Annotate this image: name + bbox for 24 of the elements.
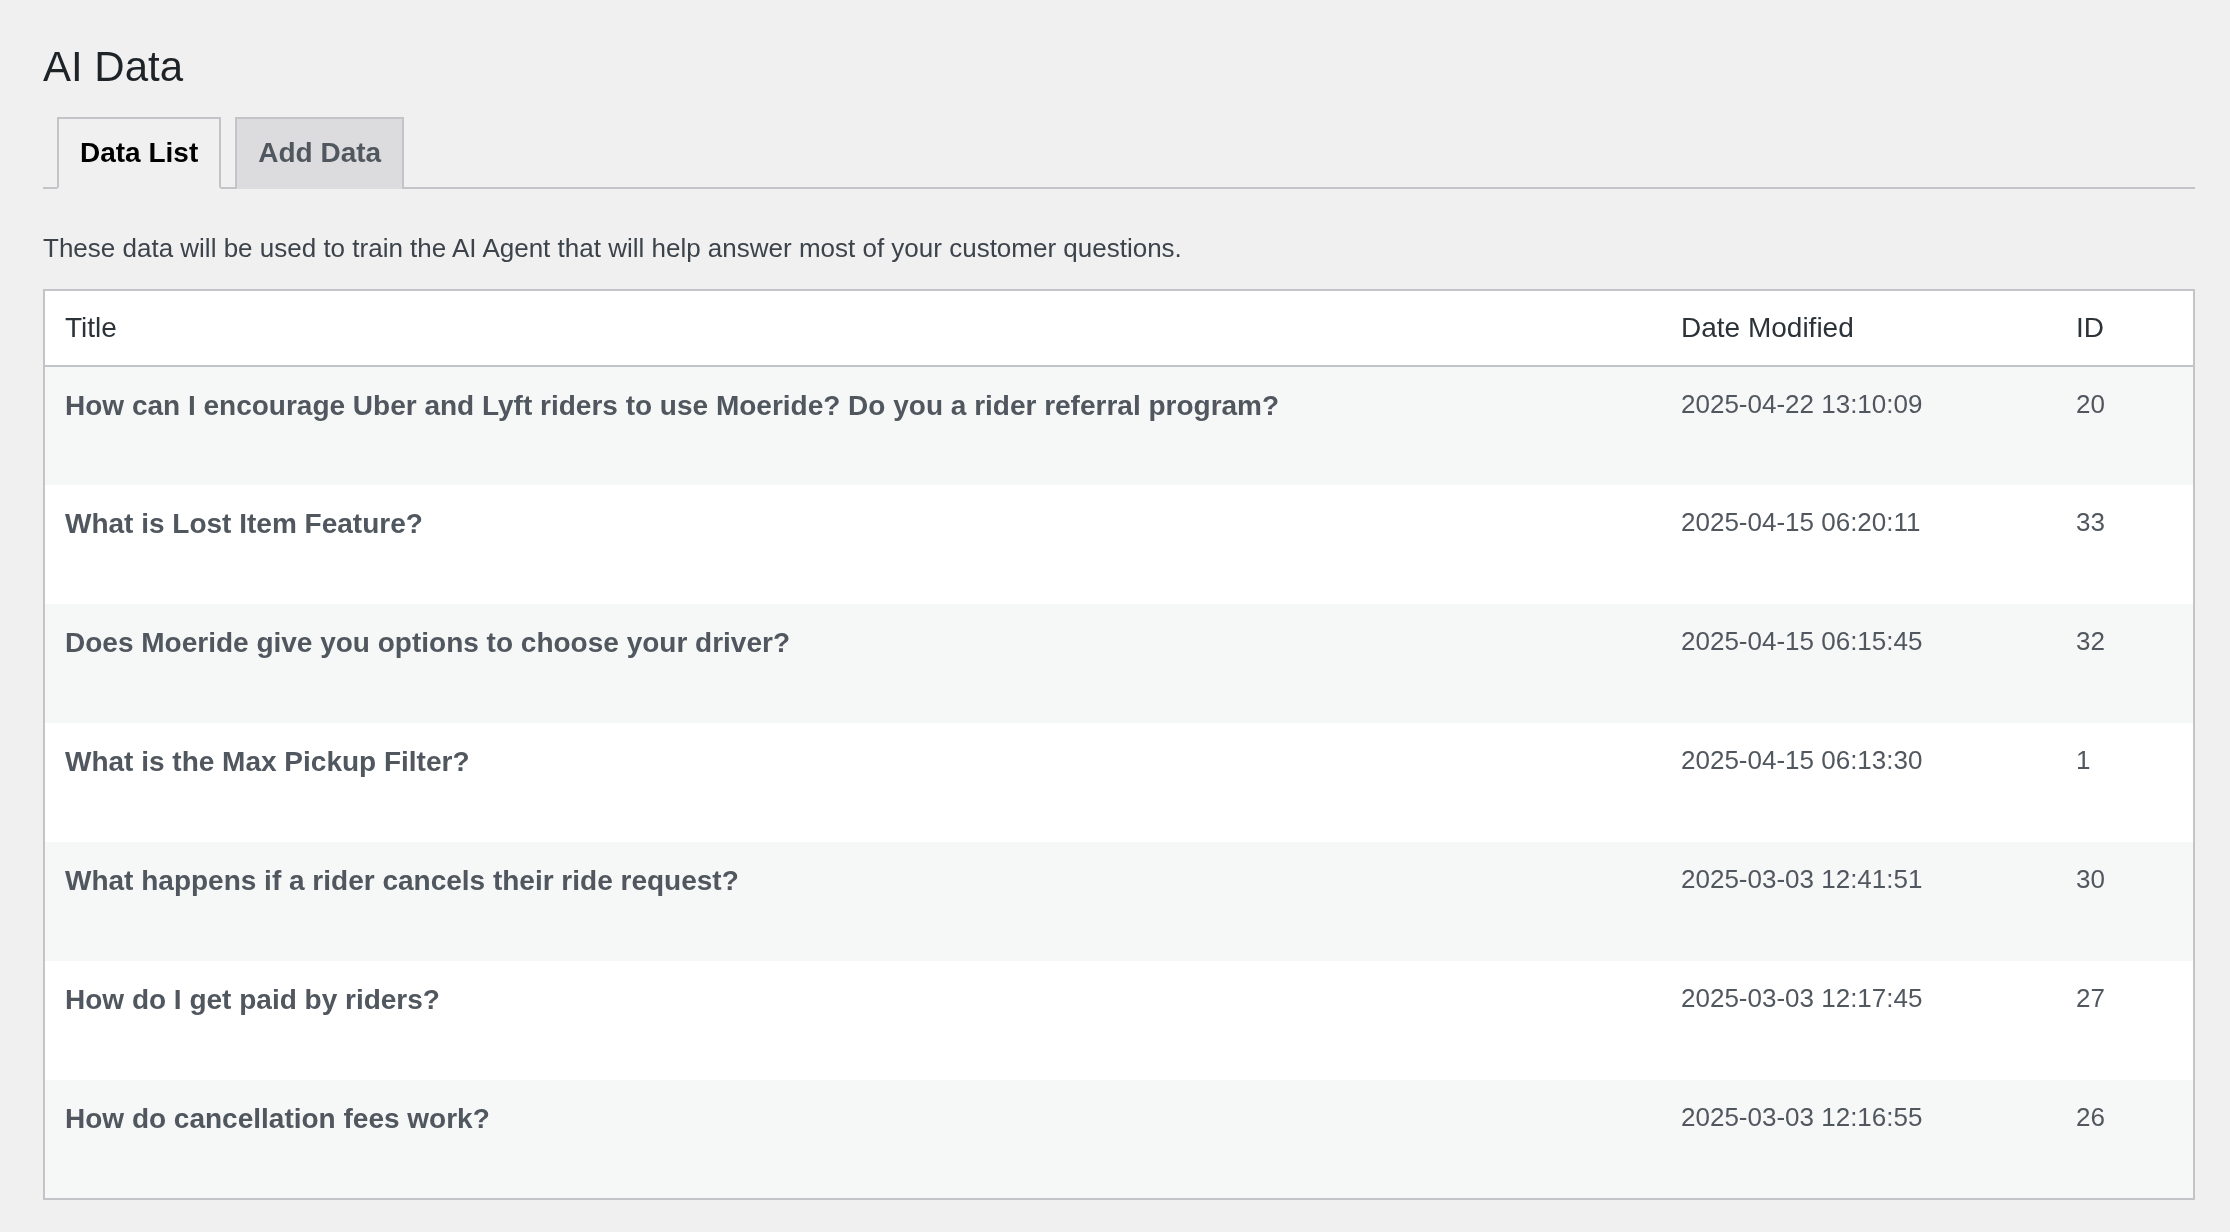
title-link[interactable]: What is the Max Pickup Filter? <box>65 746 470 778</box>
date-cell: 2025-04-22 13:10:09 <box>1681 389 1923 420</box>
page-title: AI Data <box>43 42 185 92</box>
tab[interactable]: Data List <box>57 116 222 190</box>
id-cell: 32 <box>2076 626 2105 657</box>
tab[interactable]: Add Data <box>235 116 405 190</box>
id-cell: 33 <box>2076 507 2105 538</box>
title-link[interactable]: What happens if a rider cancels their ride request? <box>65 865 739 897</box>
date-cell: 2025-04-15 06:20:11 <box>1681 507 1921 538</box>
date-cell: 2025-04-15 06:15:45 <box>1681 626 1923 657</box>
description-text: These data will be used to train the AI Agent that will help answer most of your customer questions. <box>43 232 1183 266</box>
date-cell: 2025-03-03 12:41:51 <box>1681 864 1923 895</box>
id-cell: 20 <box>2076 389 2105 420</box>
title-link[interactable]: How do I get paid by riders? <box>65 984 440 1016</box>
id-cell: 30 <box>2076 864 2105 895</box>
date-cell: 2025-04-15 06:13:30 <box>1681 745 1923 776</box>
id-cell: 26 <box>2076 1102 2105 1133</box>
id-cell: 27 <box>2076 983 2105 1014</box>
title-link[interactable]: What is Lost Item Feature? <box>65 508 423 540</box>
id-cell: 1 <box>2076 745 2091 776</box>
title-link[interactable]: Does Moeride give you options to choose your driver? <box>65 627 790 659</box>
date-cell: 2025-03-03 12:17:45 <box>1681 983 1923 1014</box>
title-link[interactable]: How do cancellation fees work? <box>65 1103 490 1135</box>
date-cell: 2025-03-03 12:16:55 <box>1681 1102 1923 1133</box>
